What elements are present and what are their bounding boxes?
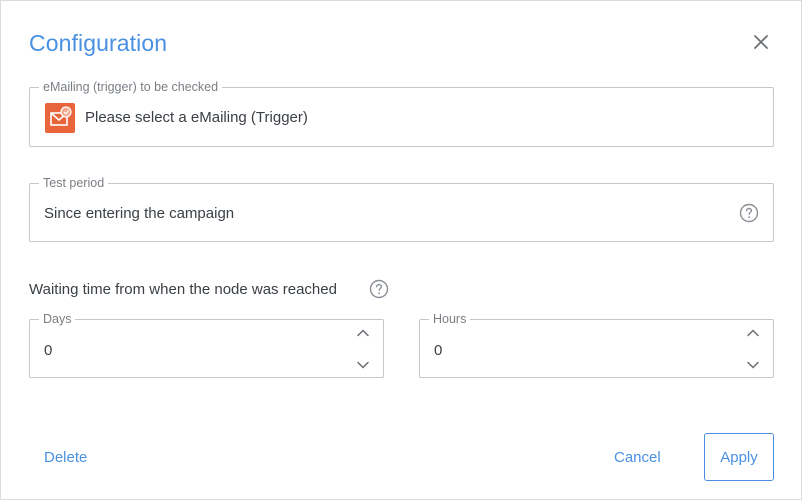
days-legend: Days [39,312,76,326]
help-icon[interactable] [369,279,389,299]
chevron-down-icon [747,361,759,369]
days-input[interactable]: Days 0 [29,312,384,378]
hours-decrement-button[interactable] [745,357,761,373]
mailing-select[interactable]: eMailing (trigger) to be checked Please … [29,80,774,147]
hours-input[interactable]: Hours 0 [419,312,774,378]
help-icon[interactable] [739,203,759,223]
chevron-down-icon [357,361,369,369]
dialog-title: Configuration [29,30,168,56]
test-period-legend: Test period [39,176,109,190]
close-button[interactable] [750,31,772,53]
days-increment-button[interactable] [355,325,371,341]
test-period-value: Since entering the campaign [44,205,235,222]
mailing-select-legend: eMailing (trigger) to be checked [39,80,223,94]
close-icon [754,35,768,49]
hours-legend: Hours [429,312,471,326]
mailing-select-value: Please select a eMailing (Trigger) [85,109,308,126]
cancel-button[interactable]: Cancel [614,449,661,466]
days-decrement-button[interactable] [355,357,371,373]
waiting-time-label: Waiting time from when the node was reac… [29,281,337,298]
mailing-icon [45,103,75,133]
delete-button[interactable]: Delete [44,449,87,466]
configuration-dialog: Configuration eMailing (trigger) to be c… [0,0,802,500]
days-value[interactable]: 0 [44,342,52,359]
apply-button[interactable]: Apply [704,433,774,481]
chevron-up-icon [357,329,369,337]
hours-value[interactable]: 0 [434,342,442,359]
test-period-select[interactable]: Test period Since entering the campaign [29,176,774,242]
chevron-up-icon [747,329,759,337]
hours-increment-button[interactable] [745,325,761,341]
